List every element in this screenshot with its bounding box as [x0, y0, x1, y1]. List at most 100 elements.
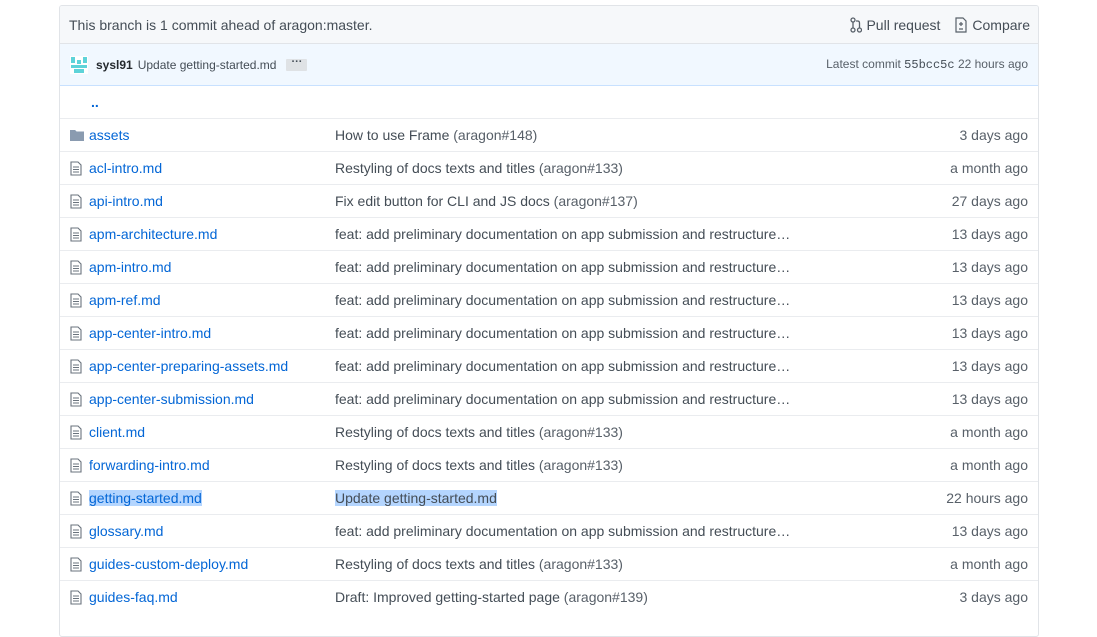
file-name-cell: apm-architecture.md: [89, 226, 335, 242]
file-icon: [70, 424, 90, 440]
commit-message-link[interactable]: Fix edit button for CLI and JS docs: [335, 193, 550, 209]
file-icon: [70, 193, 90, 209]
file-name-link[interactable]: apm-intro.md: [89, 259, 171, 275]
commit-age: 13 days ago: [951, 259, 1028, 275]
branch-status-text: This branch is 1 commit ahead of aragon:…: [69, 16, 373, 33]
file-name-link[interactable]: apm-architecture.md: [89, 226, 217, 242]
commit-message[interactable]: Update getting-started.md: [138, 58, 277, 72]
file-name-link[interactable]: guides-faq.md: [89, 589, 178, 605]
file-row: glossary.md feat: add preliminary documen…: [60, 514, 1038, 547]
issue-reference-link[interactable]: (aragon#133): [539, 160, 623, 176]
commit-message-link[interactable]: Restyling of docs texts and titles: [335, 160, 535, 176]
file-row: app-center-intro.md feat: add preliminary…: [60, 316, 1038, 349]
issue-reference-link[interactable]: (aragon#137): [554, 193, 638, 209]
file-icon: [70, 391, 90, 407]
latest-commit-prefix: Latest commit: [826, 57, 901, 71]
commit-message-link[interactable]: Draft: Improved getting-started page: [335, 589, 560, 605]
commit-sha-link[interactable]: 55bcc5c: [904, 58, 954, 72]
file-name-link[interactable]: glossary.md: [89, 523, 163, 539]
commit-message-cell: Draft: Improved getting-started page (ar…: [335, 589, 815, 605]
file-row: apm-ref.md feat: add preliminary document…: [60, 283, 1038, 316]
commit-age: 22 hours ago: [957, 57, 1028, 71]
file-name-link[interactable]: apm-ref.md: [89, 292, 161, 308]
file-icon: [70, 556, 90, 572]
issue-reference-link[interactable]: (aragon#133): [539, 457, 623, 473]
commit-age: 3 days ago: [959, 127, 1029, 143]
commit-message-link[interactable]: feat: add preliminary documentation on a…: [335, 391, 790, 407]
file-row: guides-custom-deploy.md Restyling of docs…: [60, 547, 1038, 580]
commit-message-cell: feat: add preliminary documentation on a…: [335, 325, 815, 341]
commit-message-link[interactable]: feat: add preliminary documentation on a…: [335, 259, 790, 275]
file-row: apm-intro.md feat: add preliminary docume…: [60, 250, 1038, 283]
compare-button[interactable]: Compare: [954, 17, 1030, 33]
file-name-cell: getting-started.md: [89, 490, 335, 506]
file-name-link[interactable]: guides-custom-deploy.md: [89, 556, 248, 572]
commit-message-link[interactable]: feat: add preliminary documentation on a…: [335, 226, 790, 242]
commit-message-cell: Restyling of docs texts and titles (arag…: [335, 160, 815, 176]
file-row: api-intro.md Fix edit button for CLI and …: [60, 184, 1038, 217]
commit-message-link[interactable]: Restyling of docs texts and titles: [335, 556, 535, 572]
file-name-link[interactable]: forwarding-intro.md: [89, 457, 210, 473]
file-name-cell: forwarding-intro.md: [89, 457, 335, 473]
commit-message-link[interactable]: feat: add preliminary documentation on a…: [335, 358, 790, 374]
issue-reference-link[interactable]: (aragon#133): [539, 424, 623, 440]
file-name-cell: apm-ref.md: [89, 292, 335, 308]
file-name-cell: apm-intro.md: [89, 259, 335, 275]
file-icon: [70, 457, 90, 473]
commit-message-cell: Restyling of docs texts and titles (arag…: [335, 424, 815, 440]
commit-age: 13 days ago: [951, 358, 1028, 374]
file-name-link[interactable]: acl-intro.md: [89, 160, 162, 176]
file-name-link[interactable]: app-center-preparing-assets.md: [89, 358, 288, 374]
pull-request-label: Pull request: [866, 16, 941, 33]
commit-message-link[interactable]: Restyling of docs texts and titles: [335, 424, 535, 440]
file-list: assets How to use Frame (aragon#148) 3 day…: [60, 118, 1038, 613]
file-name-link[interactable]: api-intro.md: [89, 193, 163, 209]
commit-message-link[interactable]: How to use Frame: [335, 127, 449, 143]
file-name-cell: acl-intro.md: [89, 160, 335, 176]
file-row: forwarding-intro.md Restyling of docs tex…: [60, 448, 1038, 481]
commit-message-link[interactable]: feat: add preliminary documentation on a…: [335, 523, 790, 539]
file-name-cell: guides-custom-deploy.md: [89, 556, 335, 572]
file-icon: [70, 325, 90, 341]
file-name-link[interactable]: app-center-submission.md: [89, 391, 254, 407]
commit-age: a month ago: [950, 424, 1028, 440]
file-name-link[interactable]: getting-started.md: [89, 490, 202, 506]
issue-reference-link[interactable]: (aragon#133): [539, 556, 623, 572]
commit-age: 13 days ago: [951, 226, 1028, 242]
parent-directory-row: ..: [60, 86, 1038, 118]
commit-message-link[interactable]: feat: add preliminary documentation on a…: [335, 292, 790, 308]
parent-directory-link[interactable]: ..: [91, 94, 99, 110]
commit-message-link[interactable]: Update getting-started.md: [335, 490, 497, 506]
commit-message-cell: feat: add preliminary documentation on a…: [335, 391, 815, 407]
branch-status-bar: This branch is 1 commit ahead of aragon:…: [60, 6, 1038, 44]
issue-reference-link[interactable]: (aragon#139): [564, 589, 648, 605]
commit-age: 22 hours ago: [946, 490, 1028, 506]
latest-commit-info: Latest commit 55bcc5c 22 hours ago: [826, 57, 1028, 72]
commit-message-cell: Restyling of docs texts and titles (arag…: [335, 457, 815, 473]
commit-age: a month ago: [950, 160, 1028, 176]
file-name-cell: app-center-intro.md: [89, 325, 335, 341]
file-name-link[interactable]: client.md: [89, 424, 145, 440]
file-row: app-center-submission.md feat: add prelim…: [60, 382, 1038, 415]
commit-age: 3 days ago: [959, 589, 1029, 605]
file-row: getting-started.md Update getting-started…: [60, 481, 1038, 514]
pull-request-button[interactable]: Pull request: [850, 17, 940, 33]
issue-reference-link[interactable]: (aragon#148): [453, 127, 537, 143]
commit-message-link[interactable]: feat: add preliminary documentation on a…: [335, 325, 790, 341]
file-name-link[interactable]: assets: [89, 127, 129, 143]
commit-message-cell: feat: add preliminary documentation on a…: [335, 292, 815, 308]
pull-request-icon: [850, 16, 863, 33]
commit-author[interactable]: sysl91: [96, 58, 133, 72]
commit-message-cell: Fix edit button for CLI and JS docs (ara…: [335, 193, 815, 209]
file-row: acl-intro.md Restyling of docs texts and …: [60, 151, 1038, 184]
file-name-cell: guides-faq.md: [89, 589, 335, 605]
file-icon: [70, 523, 90, 539]
file-icon: [70, 292, 90, 308]
compare-label: Compare: [972, 16, 1030, 33]
commit-message-link[interactable]: Restyling of docs texts and titles: [335, 457, 535, 473]
expand-commit-button[interactable]: ···: [286, 56, 308, 71]
avatar[interactable]: [70, 55, 88, 74]
file-name-link[interactable]: app-center-intro.md: [89, 325, 211, 341]
commit-age: a month ago: [950, 556, 1028, 572]
file-name-cell: assets: [89, 127, 335, 143]
